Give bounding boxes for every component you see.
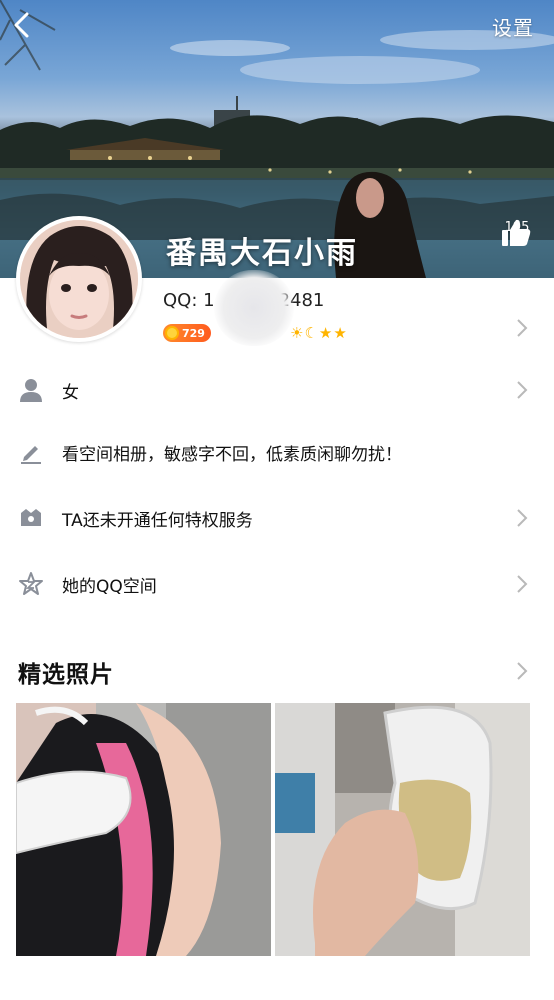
moon-icon: ☾ <box>304 324 319 342</box>
signature-row[interactable]: 看空间相册，敏感字不回，低素质闲聊勿扰！ <box>0 432 554 472</box>
level-value: 729 <box>182 326 205 340</box>
qzone-row[interactable]: 她的QQ空间 <box>0 564 554 604</box>
thumbs-up-icon <box>502 219 531 246</box>
chevron-right-icon <box>517 381 528 399</box>
avatar-image <box>20 220 138 338</box>
photo-2[interactable] <box>275 703 530 956</box>
level-icons: ☀☾★★ <box>290 324 348 342</box>
coin-icon <box>165 326 179 340</box>
qzone-label: 她的QQ空间 <box>62 576 157 597</box>
chevron-right-icon <box>517 575 528 593</box>
qq-redaction-blur <box>214 270 294 346</box>
level-badge: 729 <box>163 324 211 342</box>
person-icon <box>20 379 42 402</box>
qq-number-prefix: QQ: 1 <box>163 290 215 311</box>
nickname: 番禺大石小雨 <box>166 236 358 271</box>
photo-2-image <box>275 703 530 956</box>
star-space-icon <box>19 572 43 595</box>
settings-button[interactable]: 设置 <box>492 12 534 41</box>
qq-level[interactable]: 729 <box>163 322 211 344</box>
star-icon: ★ <box>333 324 348 342</box>
avatar[interactable] <box>16 216 142 342</box>
pencil-icon <box>21 446 41 464</box>
photo-1-image <box>16 703 271 956</box>
photo-1[interactable] <box>16 703 271 956</box>
signature-text: 看空间相册，敏感字不回，低素质闲聊勿扰！ <box>62 444 402 465</box>
privilege-row[interactable]: TA还未开通任何特权服务 <box>0 498 554 538</box>
privilege-text: TA还未开通任何特权服务 <box>62 510 253 531</box>
like-button[interactable]: 195 <box>500 218 534 246</box>
gender-row[interactable]: 女 <box>0 370 554 410</box>
chevron-right-icon[interactable] <box>516 661 528 681</box>
back-button[interactable] <box>8 10 38 40</box>
chevron-right-icon <box>517 509 528 527</box>
privilege-icon <box>21 509 41 526</box>
sun-icon: ☀ <box>290 324 305 342</box>
featured-photos-title: 精选照片 <box>18 662 114 688</box>
back-icon <box>14 12 29 38</box>
gender-label: 女 <box>62 382 79 403</box>
star-icon: ★ <box>318 324 334 342</box>
chevron-right-icon[interactable] <box>516 318 528 343</box>
